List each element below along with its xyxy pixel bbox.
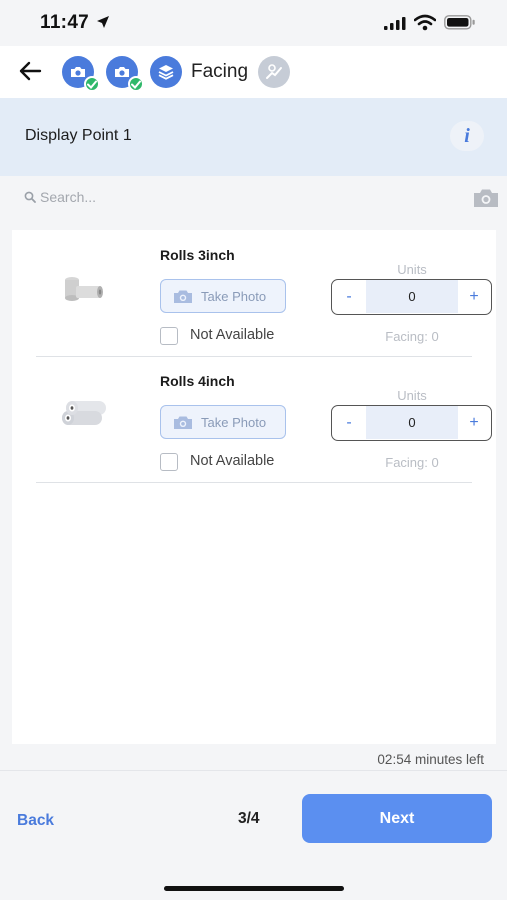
take-photo-button[interactable]: Take Photo (160, 405, 286, 439)
take-photo-label: Take Photo (201, 415, 267, 430)
units-label: Units (397, 388, 427, 403)
location-arrow-icon (96, 15, 110, 34)
increment-button[interactable]: + (457, 406, 491, 439)
product-image-rolls-3inch (56, 270, 126, 330)
footer-divider (0, 770, 507, 771)
current-step-label: Facing (191, 61, 249, 82)
back-arrow-icon[interactable] (18, 60, 42, 87)
search-icon (24, 190, 36, 208)
signal-icon (384, 17, 406, 35)
back-button[interactable]: Back (17, 812, 54, 830)
home-indicator (164, 886, 344, 891)
step-next-pending[interactable] (258, 56, 290, 88)
facing-count: Facing: 0 (385, 455, 439, 470)
wifi-icon (413, 14, 437, 36)
search-bar (0, 176, 507, 218)
display-point-title: Display Point 1 (25, 127, 132, 144)
check-icon (84, 76, 100, 92)
take-photo-button[interactable]: Take Photo (160, 279, 286, 313)
status-time: 11:47 (40, 12, 90, 33)
product-image-rolls-4inch (56, 395, 126, 455)
not-available-checkbox[interactable] (160, 453, 178, 471)
info-icon[interactable]: i (450, 121, 484, 151)
not-available-checkbox[interactable] (160, 327, 178, 345)
check-icon (128, 76, 144, 92)
quantity-stepper: - 0 + (331, 279, 492, 315)
product-name: Rolls 4inch (160, 373, 235, 389)
divider (36, 356, 472, 357)
quantity-stepper: - 0 + (331, 405, 492, 441)
units-label: Units (397, 262, 427, 277)
step-header: Facing (0, 46, 507, 98)
camera-icon (71, 67, 85, 77)
decrement-button[interactable]: - (332, 406, 366, 439)
product-name: Rolls 3inch (160, 247, 235, 263)
not-available-label: Not Available (190, 453, 275, 469)
camera-icon (174, 290, 192, 303)
step-photo-completed[interactable] (62, 56, 100, 92)
page-indicator: 3/4 (238, 810, 260, 827)
take-photo-label: Take Photo (201, 289, 267, 304)
step-facing-current[interactable] (150, 56, 182, 88)
chart-icon (266, 64, 282, 79)
step-photo-completed-2[interactable] (106, 56, 144, 92)
info-symbol: i (464, 125, 470, 147)
next-button[interactable]: Next (302, 794, 492, 843)
search-input[interactable] (40, 184, 440, 210)
not-available-label: Not Available (190, 327, 275, 343)
time-remaining: 02:54 minutes left (377, 752, 484, 767)
product-list: Rolls 3inch Take Photo Not Available Uni… (12, 230, 496, 744)
increment-button[interactable]: + (457, 280, 491, 313)
status-bar: 11:47 (0, 0, 507, 46)
display-point-banner: Display Point 1 (0, 98, 507, 176)
battery-icon (444, 15, 476, 35)
layers-icon (158, 65, 174, 80)
quantity-value[interactable]: 0 (366, 280, 458, 313)
camera-icon[interactable] (473, 188, 499, 213)
quantity-value[interactable]: 0 (366, 406, 458, 439)
divider (36, 482, 472, 483)
decrement-button[interactable]: - (332, 280, 366, 313)
facing-count: Facing: 0 (385, 329, 439, 344)
camera-icon (174, 416, 192, 429)
camera-icon (115, 67, 129, 77)
